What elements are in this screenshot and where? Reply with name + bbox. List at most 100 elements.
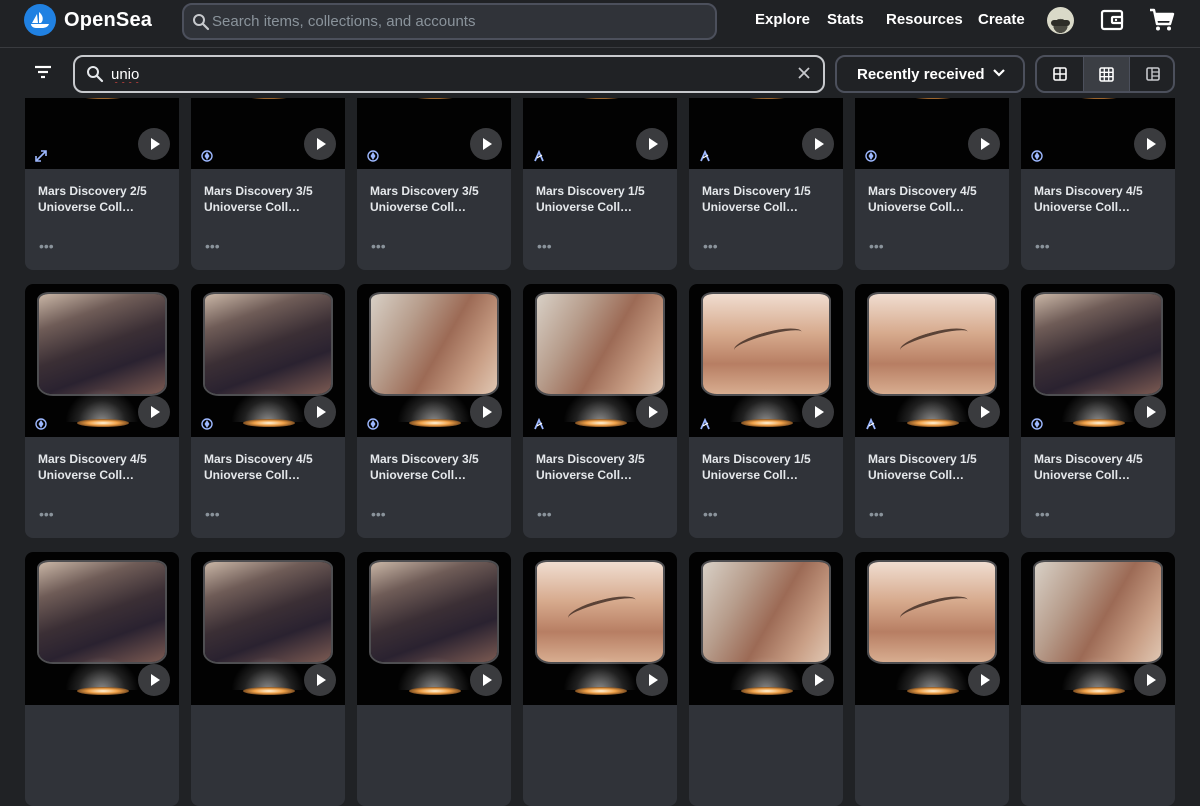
nft-collection-name[interactable]: Unioverse Collection — [536, 199, 638, 215]
nft-card[interactable]: Mars Discovery 4/5Unioverse Collection ••… — [1021, 284, 1175, 538]
nav-stats[interactable]: Stats — [827, 11, 864, 28]
nft-card[interactable] — [855, 552, 1009, 806]
more-options-icon[interactable]: ••• — [371, 238, 386, 254]
global-search-input[interactable] — [212, 5, 702, 38]
play-icon[interactable] — [802, 128, 834, 160]
nft-collection-name[interactable]: Unioverse Collection — [370, 467, 472, 483]
play-icon[interactable] — [304, 128, 336, 160]
more-options-icon[interactable]: ••• — [39, 238, 54, 254]
nft-card[interactable] — [357, 552, 511, 806]
nav-resources[interactable]: Resources — [886, 11, 963, 28]
nft-media[interactable] — [523, 552, 677, 705]
nft-media[interactable] — [357, 552, 511, 705]
more-options-icon[interactable]: ••• — [703, 238, 718, 254]
play-icon[interactable] — [138, 128, 170, 160]
nft-card[interactable] — [689, 552, 843, 806]
play-icon[interactable] — [968, 664, 1000, 696]
play-icon[interactable] — [1134, 396, 1166, 428]
cart-icon[interactable] — [1149, 8, 1175, 32]
nft-media[interactable] — [1021, 552, 1175, 705]
play-icon[interactable] — [470, 664, 502, 696]
play-icon[interactable] — [802, 396, 834, 428]
play-icon[interactable] — [968, 128, 1000, 160]
nft-card[interactable]: Mars Discovery 3/5Unioverse Collection ••… — [523, 284, 677, 538]
play-icon[interactable] — [1134, 128, 1166, 160]
nft-media[interactable] — [1021, 284, 1175, 437]
more-options-icon[interactable]: ••• — [537, 238, 552, 254]
nft-media[interactable] — [357, 284, 511, 437]
nft-card[interactable] — [1021, 552, 1175, 806]
filter-bar: Recently received — [0, 48, 1200, 98]
play-icon[interactable] — [802, 664, 834, 696]
more-options-icon[interactable]: ••• — [1035, 506, 1050, 522]
avatar[interactable] — [1047, 7, 1074, 34]
nft-artwork — [703, 294, 829, 394]
nft-card[interactable]: Mars Discovery 4/5Unioverse Collection ••… — [25, 284, 179, 538]
list-view-button[interactable] — [1129, 57, 1173, 91]
nft-collection-name[interactable]: Unioverse Collection — [868, 467, 970, 483]
more-options-icon[interactable]: ••• — [205, 506, 220, 522]
nft-media[interactable] — [689, 552, 843, 705]
nft-collection-name[interactable]: Unioverse Collection — [370, 199, 472, 215]
collection-search-input[interactable] — [111, 57, 791, 91]
play-icon[interactable] — [1134, 664, 1166, 696]
nft-card[interactable]: Mars Discovery 3/5Unioverse Collection ••… — [357, 284, 511, 538]
nft-card[interactable]: Mars Discovery 1/5Unioverse Collection ••… — [689, 284, 843, 538]
play-icon[interactable] — [138, 396, 170, 428]
nft-card[interactable] — [191, 552, 345, 806]
nft-collection-name[interactable]: Unioverse Collection — [702, 199, 804, 215]
nft-card[interactable]: Mars Discovery 4/5Unioverse Collection ••… — [191, 284, 345, 538]
nft-collection-name[interactable]: Unioverse Collection — [204, 467, 306, 483]
nft-media[interactable] — [25, 284, 179, 437]
nft-media[interactable] — [855, 284, 1009, 437]
more-options-icon[interactable]: ••• — [869, 506, 884, 522]
play-icon[interactable] — [304, 396, 336, 428]
play-icon[interactable] — [470, 396, 502, 428]
close-icon[interactable] — [797, 66, 811, 80]
more-options-icon[interactable]: ••• — [869, 238, 884, 254]
nft-card[interactable] — [25, 552, 179, 806]
opensea-logo-icon[interactable] — [24, 4, 56, 36]
nft-collection-name[interactable]: Unioverse Collection — [1034, 199, 1136, 215]
nft-collection-name[interactable]: Unioverse Collection — [1034, 467, 1136, 483]
nft-title: Mars Discovery 1/5 — [702, 184, 811, 198]
nft-collection-name[interactable]: Unioverse Collection — [868, 199, 970, 215]
play-icon[interactable] — [636, 396, 668, 428]
global-search-box[interactable] — [182, 3, 717, 40]
more-options-icon[interactable]: ••• — [703, 506, 718, 522]
nft-collection-name[interactable]: Unioverse Collection — [38, 199, 140, 215]
large-grid-button[interactable] — [1037, 57, 1083, 91]
nft-media[interactable] — [25, 552, 179, 705]
play-icon[interactable] — [138, 664, 170, 696]
more-options-icon[interactable]: ••• — [371, 506, 386, 522]
nft-media[interactable] — [191, 552, 345, 705]
nft-card[interactable]: Mars Discovery 1/5Unioverse Collection ••… — [855, 284, 1009, 538]
more-options-icon[interactable]: ••• — [205, 238, 220, 254]
more-options-icon[interactable]: ••• — [537, 506, 552, 522]
collection-search-box[interactable] — [73, 55, 825, 93]
nav-create[interactable]: Create — [978, 11, 1025, 28]
nft-media[interactable] — [689, 284, 843, 437]
nft-media[interactable] — [523, 284, 677, 437]
nft-collection-name[interactable]: Unioverse Collection — [536, 467, 638, 483]
play-icon[interactable] — [636, 664, 668, 696]
nft-collection-name[interactable]: Unioverse Collection — [204, 199, 306, 215]
play-icon[interactable] — [968, 396, 1000, 428]
nft-collection-name[interactable]: Unioverse Collection — [702, 467, 804, 483]
filter-icon[interactable] — [34, 65, 52, 79]
play-icon[interactable] — [636, 128, 668, 160]
nft-card[interactable] — [523, 552, 677, 806]
nft-collection-name[interactable]: Unioverse Collection — [38, 467, 140, 483]
small-grid-button[interactable] — [1083, 57, 1129, 91]
brand-name[interactable]: OpenSea — [64, 9, 152, 32]
nft-media[interactable] — [191, 284, 345, 437]
nav-explore[interactable]: Explore — [755, 11, 810, 28]
sort-dropdown[interactable]: Recently received — [835, 55, 1025, 93]
more-options-icon[interactable]: ••• — [1035, 238, 1050, 254]
more-options-icon[interactable]: ••• — [39, 506, 54, 522]
nft-artwork — [537, 562, 663, 662]
wallet-icon[interactable] — [1100, 8, 1124, 32]
play-icon[interactable] — [304, 664, 336, 696]
play-icon[interactable] — [470, 128, 502, 160]
nft-media[interactable] — [855, 552, 1009, 705]
